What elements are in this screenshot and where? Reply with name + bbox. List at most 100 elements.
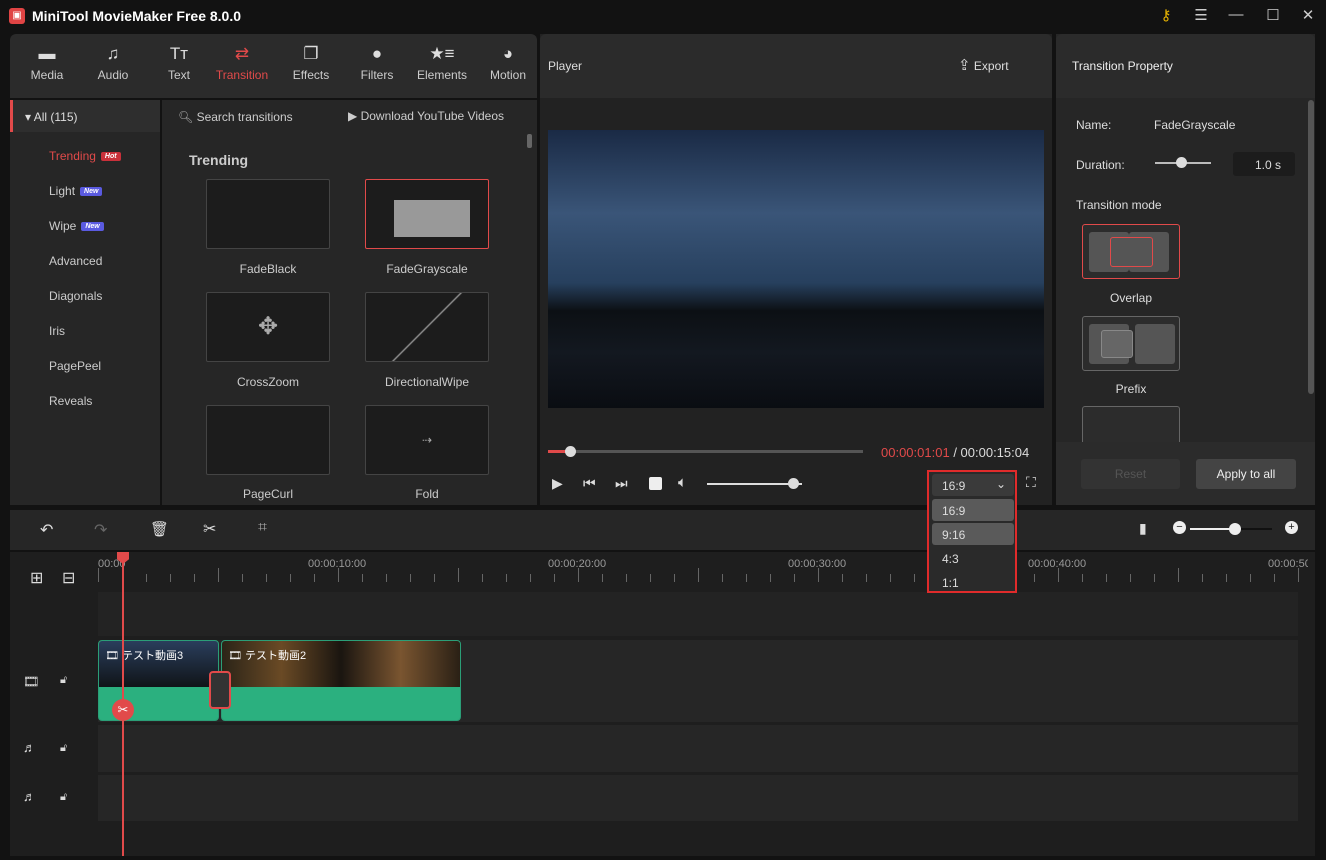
- current-time: 00:00:01:01: [881, 445, 950, 460]
- ratio-option[interactable]: 9:16: [932, 523, 1014, 545]
- ratio-option[interactable]: 4:3: [932, 547, 1014, 569]
- crop-icon[interactable]: ⌗: [258, 519, 267, 537]
- playback-progress[interactable]: [548, 446, 863, 457]
- playhead-knob[interactable]: [565, 446, 577, 457]
- tab-elements[interactable]: ★≡ Elements: [410, 44, 474, 82]
- export-button[interactable]: ⇪ Export: [958, 56, 1009, 74]
- ruler-tick: [1130, 574, 1131, 582]
- effects-icon: ❐: [303, 44, 319, 63]
- transition-directionalwipe[interactable]: [365, 292, 489, 362]
- new-badge: New: [81, 222, 104, 232]
- remove-track-icon[interactable]: ⊟: [62, 568, 75, 588]
- category-diagonals[interactable]: Diagonals: [49, 289, 102, 303]
- lock-icon[interactable]: 🔓︎: [60, 742, 67, 755]
- stop-button[interactable]: [649, 477, 662, 490]
- tab-label: Media: [30, 68, 64, 82]
- tab-filters[interactable]: ● Filters: [345, 44, 409, 82]
- minimize-button[interactable]: —: [1225, 6, 1247, 26]
- category-label: Light: [49, 184, 76, 198]
- category-pagepeel[interactable]: PagePeel: [49, 359, 101, 373]
- transition-fold[interactable]: ⇢: [365, 405, 489, 475]
- zoom-in-icon[interactable]: +: [1285, 521, 1298, 534]
- play-button[interactable]: ▶: [552, 475, 563, 492]
- key-icon[interactable]: ⚷: [1155, 6, 1177, 26]
- ruler-tick: [1202, 574, 1203, 582]
- duration-input[interactable]: 1.0 s: [1233, 152, 1295, 176]
- video-clip[interactable]: 🎞︎ テスト動画2: [221, 640, 461, 721]
- tab-media[interactable]: ▬ Media: [15, 44, 79, 82]
- ruler-label: 00:00:50:00: [1268, 558, 1308, 570]
- category-iris[interactable]: Iris: [49, 324, 65, 338]
- tab-motion[interactable]: ◕ Motion: [476, 44, 540, 82]
- category-trending[interactable]: Trending Hot: [49, 149, 121, 163]
- volume-slider[interactable]: [707, 478, 802, 489]
- category-light[interactable]: Light New: [49, 184, 103, 198]
- aspect-ratio-dropdown[interactable]: 16:9 ⌄ 16:9 9:16 4:3 1:1: [927, 470, 1017, 593]
- tab-label: Motion: [489, 68, 527, 82]
- ruler-tick: [98, 568, 99, 582]
- download-youtube-button[interactable]: ▶ Download YouTube Videos: [348, 109, 504, 123]
- time-ruler[interactable]: 00:00 00:00:10:00 00:00:20:00 00:00:30:0…: [98, 552, 1308, 592]
- ruler-tick: [626, 574, 627, 582]
- add-track-icon[interactable]: ⊞: [30, 568, 43, 588]
- tab-transition[interactable]: ⇄ Transition: [210, 44, 274, 82]
- reset-button[interactable]: Reset: [1081, 459, 1180, 489]
- ruler-tick: [1034, 574, 1035, 582]
- transition-fadegrayscale[interactable]: [365, 179, 489, 249]
- category-reveals[interactable]: Reveals: [49, 394, 92, 408]
- ruler-tick: [818, 568, 819, 582]
- ratio-option[interactable]: 1:1: [932, 571, 1014, 593]
- undo-icon[interactable]: ↶: [40, 520, 53, 540]
- close-button[interactable]: ✕: [1297, 6, 1319, 26]
- transition-marker[interactable]: [209, 671, 231, 709]
- zoom-out-icon[interactable]: −: [1173, 521, 1186, 534]
- ruler-tick: [698, 568, 699, 582]
- ratio-option[interactable]: 16:9: [932, 499, 1014, 521]
- ruler-tick: [1250, 574, 1251, 582]
- split-scissors-icon[interactable]: ✂: [203, 519, 216, 539]
- next-frame-button[interactable]: ⏭: [615, 475, 628, 492]
- name-value: FadeGrayscale: [1154, 118, 1236, 132]
- transition-crosszoom[interactable]: ✥: [206, 292, 330, 362]
- apply-to-all-button[interactable]: Apply to all: [1196, 459, 1296, 489]
- ruler-tick: [146, 574, 147, 582]
- timeline-zoom-slider[interactable]: [1190, 523, 1272, 535]
- mode-overlap[interactable]: [1082, 224, 1180, 279]
- ruler-tick: [482, 574, 483, 582]
- maximize-button[interactable]: ☐: [1262, 6, 1284, 26]
- menu-icon[interactable]: ☰: [1190, 6, 1212, 26]
- scrollbar[interactable]: [527, 134, 532, 148]
- volume-icon[interactable]: 🔈︎: [678, 474, 687, 491]
- fullscreen-button[interactable]: ⛶: [1026, 474, 1036, 491]
- aspect-ratio-select[interactable]: 16:9 ⌄: [932, 474, 1014, 496]
- transition-fadeblack[interactable]: [206, 179, 330, 249]
- delete-icon[interactable]: 🗑︎: [150, 520, 169, 538]
- transition-pagecurl[interactable]: [206, 405, 330, 475]
- player-title: Player: [548, 59, 583, 73]
- mode-postfix[interactable]: [1082, 406, 1180, 442]
- redo-icon[interactable]: ↷: [94, 520, 107, 540]
- empty-track: [98, 592, 1298, 636]
- ruler-tick: [602, 574, 603, 582]
- video-preview: [548, 130, 1044, 408]
- ruler-tick: [1226, 574, 1227, 582]
- category-wipe[interactable]: Wipe New: [49, 219, 104, 233]
- lock-icon[interactable]: 🔓︎: [60, 791, 67, 804]
- duration-slider[interactable]: [1155, 157, 1211, 168]
- tab-label: Effects: [292, 68, 330, 82]
- scrollbar[interactable]: [1308, 100, 1314, 394]
- category-advanced[interactable]: Advanced: [49, 254, 102, 268]
- search-transitions[interactable]: 🔍︎ Search transitions: [178, 110, 293, 124]
- ruler-tick: [266, 574, 267, 582]
- tab-effects[interactable]: ❐ Effects: [279, 44, 343, 82]
- tab-audio[interactable]: ♫ Audio: [81, 44, 145, 82]
- lock-icon[interactable]: 🔓︎: [60, 674, 67, 687]
- previous-frame-button[interactable]: ⏮: [583, 475, 596, 492]
- category-all[interactable]: ▾ All (115): [10, 100, 160, 132]
- tab-text[interactable]: Tт Text: [147, 44, 211, 82]
- app-title: MiniTool MovieMaker Free 8.0.0: [32, 8, 242, 24]
- fit-timeline-icon[interactable]: ▮: [1139, 520, 1147, 537]
- transition-label: Fold: [415, 487, 439, 501]
- split-scissors-icon[interactable]: ✂: [112, 699, 134, 721]
- mode-prefix[interactable]: [1082, 316, 1180, 371]
